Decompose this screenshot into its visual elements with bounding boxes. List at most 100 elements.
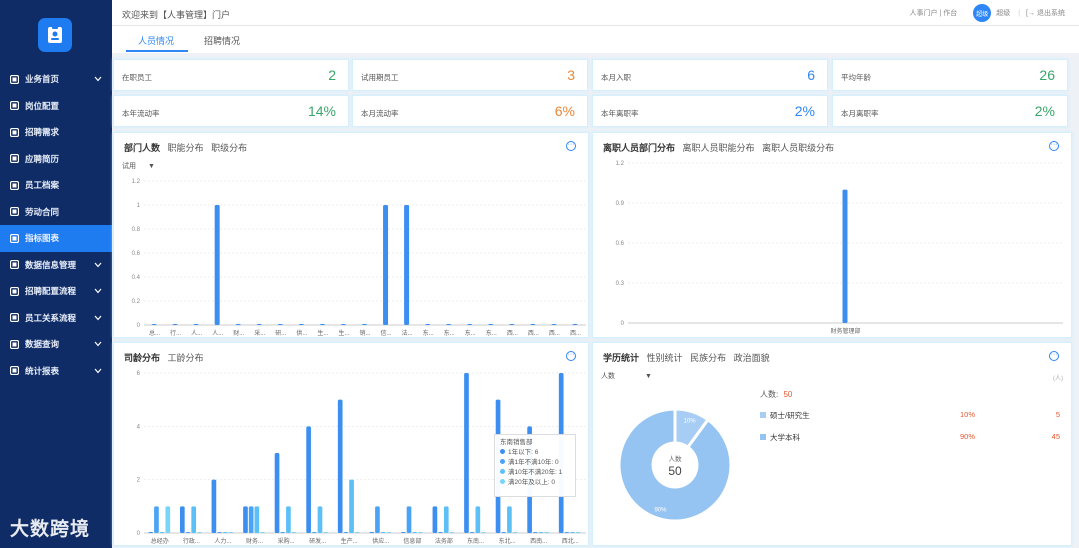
- bar[interactable]: [564, 532, 570, 533]
- bar[interactable]: [418, 532, 423, 533]
- bar[interactable]: [337, 399, 343, 533]
- bar[interactable]: [197, 532, 202, 533]
- bar[interactable]: [369, 532, 375, 533]
- bar[interactable]: [438, 532, 443, 533]
- bar[interactable]: [475, 506, 481, 533]
- bar[interactable]: [306, 426, 311, 533]
- x-tick-label: 财务...: [246, 537, 263, 545]
- bar[interactable]: [481, 532, 486, 533]
- bar[interactable]: [214, 205, 220, 325]
- bar[interactable]: [404, 205, 410, 325]
- bar[interactable]: [222, 532, 228, 533]
- bar[interactable]: [464, 373, 469, 533]
- bar[interactable]: [243, 506, 248, 533]
- sidebar-item-5[interactable]: 劳动合同: [0, 199, 112, 226]
- bar[interactable]: [842, 189, 848, 323]
- bar[interactable]: [354, 532, 360, 533]
- bar[interactable]: [217, 532, 222, 533]
- bar[interactable]: [375, 506, 380, 533]
- bar[interactable]: [449, 532, 455, 533]
- bar[interactable]: [323, 532, 329, 533]
- bar[interactable]: [538, 532, 544, 533]
- bar[interactable]: [343, 532, 349, 533]
- bar[interactable]: [254, 506, 260, 533]
- bar[interactable]: [185, 532, 191, 533]
- bar[interactable]: [151, 324, 157, 325]
- tab-staff[interactable]: 人员情况: [138, 34, 174, 47]
- bar[interactable]: [383, 205, 389, 325]
- bar[interactable]: [280, 532, 286, 533]
- portal-links[interactable]: 人事门户 | 作台: [910, 8, 958, 18]
- bar[interactable]: [544, 532, 550, 533]
- bar[interactable]: [530, 324, 536, 325]
- bar[interactable]: [432, 506, 438, 533]
- bar[interactable]: [256, 324, 262, 325]
- bar[interactable]: [298, 324, 304, 325]
- bar[interactable]: [340, 324, 346, 325]
- sidebar-item-7[interactable]: 数据信息管理: [0, 252, 112, 279]
- bar[interactable]: [148, 532, 154, 533]
- bar[interactable]: [425, 324, 431, 325]
- sidebar-item-9[interactable]: 员工关系流程: [0, 305, 112, 332]
- bar[interactable]: [443, 506, 449, 533]
- bar[interactable]: [274, 453, 280, 533]
- bar[interactable]: [172, 324, 178, 325]
- bar[interactable]: [165, 506, 171, 533]
- bar[interactable]: [193, 324, 199, 325]
- sidebar-item-3[interactable]: 应聘简历: [0, 146, 112, 173]
- user-name[interactable]: 超级: [996, 8, 1010, 18]
- bar[interactable]: [400, 532, 406, 533]
- bar[interactable]: [488, 324, 494, 325]
- bar[interactable]: [286, 506, 291, 533]
- bar[interactable]: [277, 324, 283, 325]
- sidebar-item-label: 劳动合同: [25, 206, 60, 217]
- x-tick-label: 西南...: [530, 537, 547, 545]
- bar[interactable]: [501, 532, 507, 533]
- bar[interactable]: [380, 532, 386, 533]
- bar[interactable]: [446, 324, 452, 325]
- bar[interactable]: [512, 532, 518, 533]
- bar[interactable]: [386, 532, 392, 533]
- bar[interactable]: [570, 532, 575, 533]
- app-logo[interactable]: [38, 18, 72, 52]
- bar[interactable]: [191, 506, 197, 533]
- bar[interactable]: [311, 532, 317, 533]
- sidebar-item-6[interactable]: 指标图表: [0, 225, 112, 252]
- bar[interactable]: [228, 532, 234, 533]
- bar[interactable]: [362, 324, 367, 325]
- sidebar-item-2[interactable]: 招聘需求: [0, 119, 112, 146]
- bar[interactable]: [509, 324, 515, 325]
- sidebar-item-8[interactable]: 招聘配置流程: [0, 278, 112, 305]
- bar[interactable]: [235, 324, 241, 325]
- bar[interactable]: [469, 532, 475, 533]
- avatar[interactable]: 超级: [973, 4, 992, 22]
- logout-icon[interactable]: [→: [1026, 10, 1035, 17]
- sidebar-item-1[interactable]: 岗位配置: [0, 93, 112, 120]
- bar[interactable]: [406, 506, 412, 533]
- bar[interactable]: [159, 532, 165, 533]
- logout-link[interactable]: 退出系统: [1037, 8, 1065, 18]
- bar[interactable]: [319, 324, 325, 325]
- tab-recruit[interactable]: 招聘情况: [204, 34, 240, 47]
- bar[interactable]: [532, 532, 538, 533]
- bar[interactable]: [572, 324, 578, 325]
- bar[interactable]: [154, 506, 159, 533]
- bar[interactable]: [412, 532, 418, 533]
- bar[interactable]: [248, 506, 254, 533]
- bar[interactable]: [575, 532, 581, 533]
- bar[interactable]: [179, 506, 185, 533]
- sidebar-item-4[interactable]: 员工档案: [0, 172, 112, 199]
- sidebar-item-11[interactable]: 统计报表: [0, 358, 112, 385]
- bar[interactable]: [551, 324, 557, 325]
- sidebar-item-10[interactable]: 数据查询: [0, 331, 112, 358]
- bar[interactable]: [507, 506, 512, 533]
- bar[interactable]: [317, 506, 323, 533]
- stat-card: 本年流动率 14%: [113, 95, 349, 127]
- bar[interactable]: [349, 479, 354, 533]
- stat-card: 本年离职率 2%: [592, 95, 828, 127]
- bar[interactable]: [260, 532, 265, 533]
- bar[interactable]: [211, 479, 217, 533]
- sidebar-item-0[interactable]: 业务首页: [0, 66, 112, 93]
- bar[interactable]: [291, 532, 297, 533]
- bar[interactable]: [467, 324, 473, 325]
